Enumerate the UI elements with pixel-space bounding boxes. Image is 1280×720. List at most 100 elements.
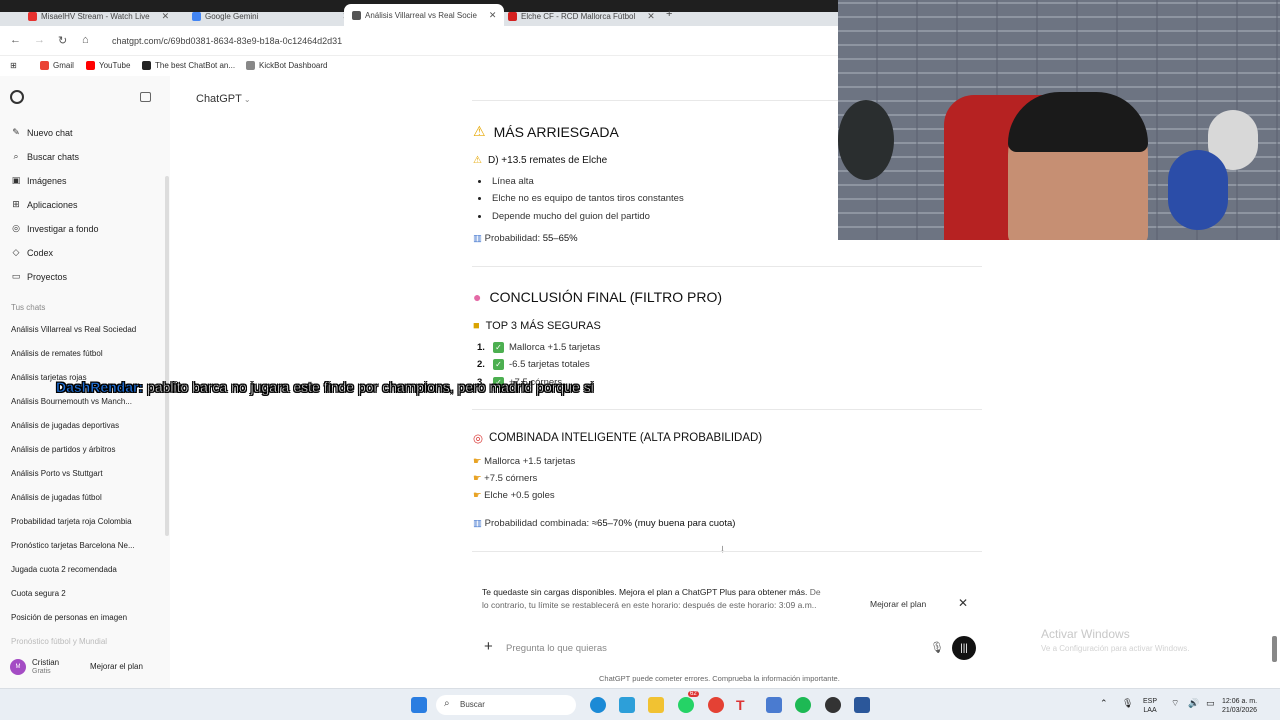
item-text: Mallorca +1.5 tarjetas <box>484 456 576 467</box>
sidebar-item-deep-research[interactable]: ◎ Investigar a fondo <box>11 223 99 234</box>
chat-item[interactable]: Posición de personas en imagen <box>11 613 127 622</box>
tab-elche-mallorca[interactable]: Elche CF - RCD Mallorca Fútbol ✕ <box>508 8 655 24</box>
overlay-username: DashRendar: <box>56 379 144 396</box>
sidebar-item-apps[interactable]: ⊞ Aplicaciones <box>11 199 77 210</box>
sidebar-item-new-chat[interactable]: ✎ Nuevo chat <box>11 127 73 138</box>
page-scrollbar[interactable] <box>1272 636 1277 662</box>
chat-item[interactable]: Análisis Villarreal vs Real Sociedad <box>11 325 136 334</box>
windows-start-icon[interactable] <box>411 697 427 713</box>
edge-icon[interactable] <box>590 697 606 713</box>
apps-icon: ⊞ <box>12 199 20 209</box>
reload-icon[interactable]: ↻ <box>58 34 67 47</box>
chat-item[interactable]: Cuota segura 2 <box>11 589 66 598</box>
taskbar-search[interactable]: ⌕ Buscar <box>436 695 576 715</box>
risky-pick: ⚠ D) +13.5 remates de Elche <box>473 155 607 166</box>
divider <box>472 409 982 410</box>
bookmark-gmail[interactable]: Gmail <box>40 61 74 70</box>
sidebar-item-images[interactable]: ▣ Imágenes <box>11 175 67 186</box>
chat-item[interactable]: Análisis de remates fútbol <box>11 349 103 358</box>
clock[interactable]: 12:06 a. m. 21/03/2026 <box>1222 697 1257 715</box>
openai-logo-icon[interactable] <box>10 90 24 104</box>
chat-item[interactable]: Análisis de jugadas fútbol <box>11 493 102 502</box>
sidebar-item-label: Codex <box>27 247 54 258</box>
whatsapp-icon[interactable] <box>678 697 694 713</box>
sidebar-item-codex[interactable]: ◇ Codex <box>11 247 53 258</box>
model-selector[interactable]: ChatGPT ⌄ <box>196 93 251 105</box>
chat-item[interactable]: Pronóstico fútbol y Mundial <box>11 637 107 646</box>
tab-chatgpt-active[interactable]: Análisis Villarreal vs Real Socie ✕ <box>344 4 505 26</box>
language-code: ESP <box>1143 698 1158 705</box>
chrome-icon[interactable] <box>708 697 724 713</box>
apps-grid-icon[interactable]: ⊞ <box>10 61 17 70</box>
prompt-input[interactable]: Pregunta lo que quieras <box>506 643 607 654</box>
chevron-up-icon[interactable]: ⌃ <box>1100 699 1108 708</box>
sidebar-toggle-icon[interactable] <box>140 92 151 102</box>
battery-icon[interactable]: ▭ <box>1206 699 1215 708</box>
list-item: Depende mucho del guion del partido <box>492 211 650 222</box>
item-text: +7.5 córners <box>484 473 538 484</box>
new-tab-icon[interactable]: + <box>666 8 672 20</box>
volume-icon[interactable]: 🔊 <box>1188 699 1199 708</box>
tab-label: Elche CF - RCD Mallorca Fútbol <box>521 11 636 21</box>
bookmark-youtube[interactable]: YouTube <box>86 61 130 70</box>
chat-item[interactable]: Jugada cuota 2 recomendada <box>11 565 117 574</box>
forward-icon[interactable]: → <box>34 34 45 46</box>
chat-item[interactable]: Análisis de jugadas deportivas <box>11 421 119 430</box>
microphone-icon[interactable]: 🎙 <box>930 641 944 654</box>
spotify-icon[interactable] <box>795 697 811 713</box>
language-indicator[interactable]: ESP LAA <box>1143 697 1157 715</box>
kickbot-icon <box>246 61 255 70</box>
sidebar-upgrade-button[interactable]: Mejorar el plan <box>90 662 143 671</box>
date-text: 21/03/2026 <box>1222 707 1258 714</box>
chat-item[interactable]: Análisis Porto vs Stuttgart <box>11 469 103 478</box>
calculator-icon[interactable] <box>766 697 782 713</box>
close-tab-icon[interactable]: ✕ <box>162 11 170 22</box>
bookmark-label: KickBot Dashboard <box>259 61 328 70</box>
chat-item[interactable]: Análisis de partidos y árbitros <box>11 445 116 454</box>
sidebar-item-search-chats[interactable]: ⌕ Buscar chats <box>11 151 79 162</box>
probability-line: ▥ Probabilidad: 55–65% <box>473 233 578 244</box>
folder-icon[interactable] <box>648 697 664 713</box>
profile-menu[interactable]: M Cristian Gratis <box>10 658 59 675</box>
scroll-down-icon[interactable]: ↓ <box>720 543 726 555</box>
tab-misaelhv[interactable]: MisaelHV Stream - Watch Live ✕ <box>28 8 169 24</box>
tab-gemini[interactable]: Google Gemini ✕ <box>192 8 350 24</box>
bullet-dot <box>478 180 481 183</box>
tab-label: Análisis Villarreal vs Real Socie <box>365 10 477 20</box>
telegram-icon[interactable] <box>619 697 635 713</box>
tab-label: MisaelHV Stream - Watch Live <box>41 11 150 21</box>
home-icon[interactable]: ⌂ <box>82 34 89 46</box>
chat-overlay-message: DashRendar: pablito barca no jugara este… <box>56 376 594 398</box>
wifi-icon[interactable]: ⌔ <box>1171 699 1179 708</box>
list-item: Elche no es equipo de tantos tiros const… <box>492 193 684 204</box>
notice-upgrade-button[interactable]: Mejorar el plan <box>870 599 926 609</box>
chat-item[interactable]: Análisis Bournemouth vs Manch... <box>11 397 132 406</box>
obs-icon[interactable] <box>825 697 841 713</box>
sidebar-scrollbar[interactable] <box>165 176 169 536</box>
close-tab-icon[interactable]: ✕ <box>489 10 497 21</box>
pointing-hand-icon: ☛ <box>473 473 482 484</box>
divider <box>472 266 982 267</box>
voice-mode-icon[interactable]: ||| <box>952 636 976 660</box>
back-icon[interactable]: ← <box>10 34 21 46</box>
pointing-hand-icon: ☛ <box>473 490 482 501</box>
attach-plus-icon[interactable]: + <box>484 638 493 655</box>
close-icon[interactable]: ✕ <box>958 596 968 610</box>
sidebar-item-projects[interactable]: ▭ Proyectos <box>11 271 67 282</box>
combo-probability-line: ▥ Probabilidad combinada: ≈65–70% (muy b… <box>473 518 735 529</box>
close-tab-icon[interactable]: ✕ <box>647 11 655 22</box>
chat-item[interactable]: Pronóstico tarjetas Barcelona Ne... <box>11 541 135 550</box>
combo-item: ☛ Mallorca +1.5 tarjetas <box>473 456 575 467</box>
chat-item[interactable]: Probabilidad tarjeta roja Colombia <box>11 517 132 526</box>
sidebar-item-label: Buscar chats <box>27 151 80 162</box>
bookmark-chatbot[interactable]: The best ChatBot an... <box>142 61 235 70</box>
text-editor-icon[interactable]: T <box>736 697 752 713</box>
address-bar[interactable]: chatgpt.com/c/69bd0381-8634-83e9-b18a-0c… <box>112 36 342 46</box>
word-icon[interactable] <box>854 697 870 713</box>
gmail-icon <box>40 61 49 70</box>
sidebar-item-label: Nuevo chat <box>27 127 73 138</box>
top3-item: ✓ Mallorca +1.5 tarjetas <box>493 342 600 353</box>
microphone-icon[interactable]: 🎙 <box>1122 699 1133 708</box>
bookmark-kickbot[interactable]: KickBot Dashboard <box>246 61 327 70</box>
list-number: 2. <box>477 359 485 370</box>
